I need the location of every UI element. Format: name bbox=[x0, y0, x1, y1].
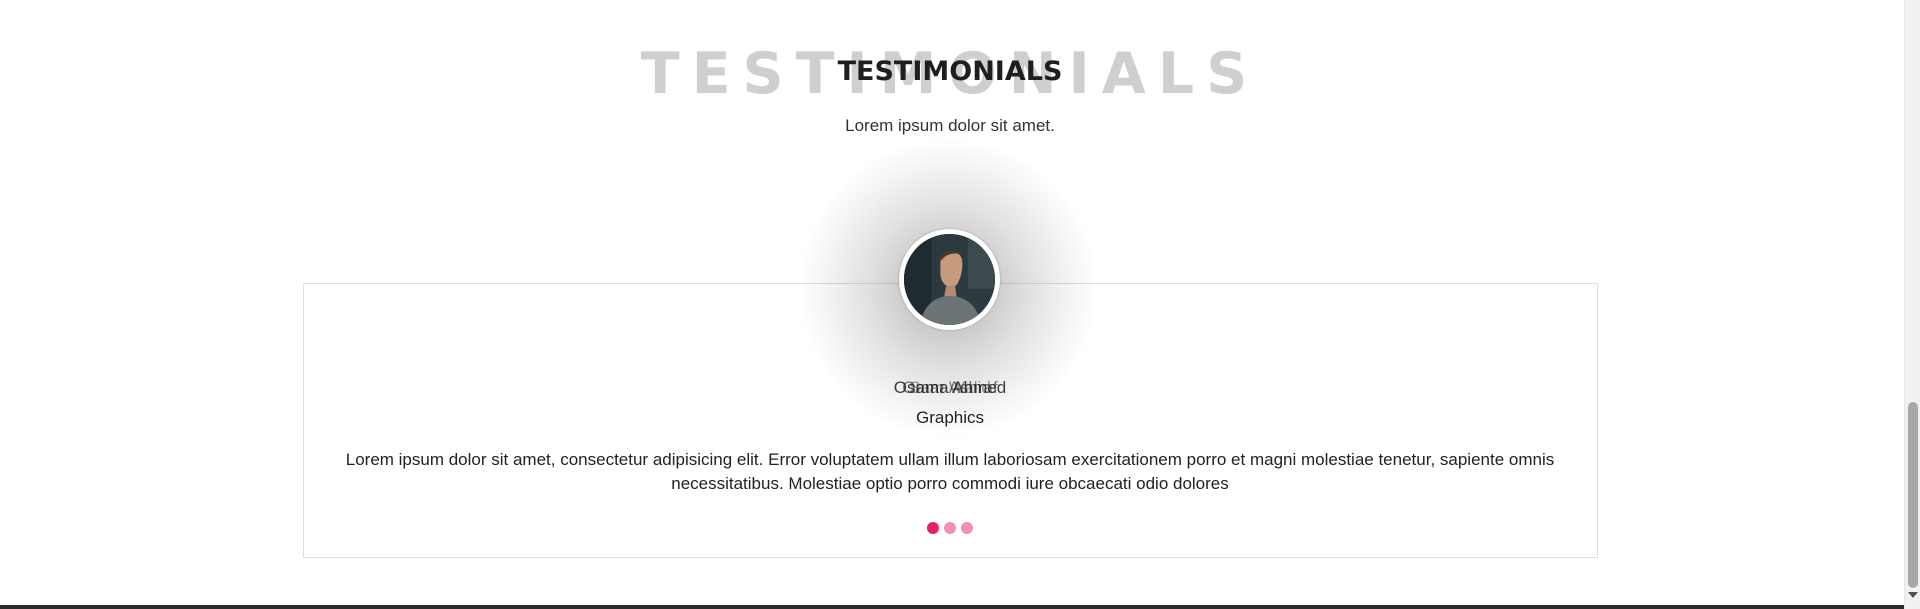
section-subtitle: Lorem ipsum dolor sit amet. bbox=[845, 116, 1055, 135]
avatar bbox=[899, 229, 1000, 330]
carousel-dots bbox=[0, 522, 1900, 534]
testimonial-name: Sam Walid bbox=[909, 378, 991, 397]
testimonial-quote: Lorem ipsum dolor sit amet, consectetur … bbox=[345, 450, 1555, 493]
vertical-scrollbar[interactable] bbox=[1904, 0, 1920, 609]
person-photo-icon bbox=[904, 234, 995, 325]
testimonial-names: Osama Ahmed Omar Ashraf Sam Walid bbox=[0, 378, 1900, 400]
testimonial-role: Graphics bbox=[915, 408, 985, 427]
bottom-edge-bar bbox=[0, 605, 1904, 609]
scroll-down-arrow-icon[interactable] bbox=[1908, 592, 1918, 598]
carousel-dot-2[interactable] bbox=[944, 522, 956, 534]
scrollbar-thumb[interactable] bbox=[1908, 402, 1918, 588]
carousel-dot-1[interactable] bbox=[927, 522, 939, 534]
carousel-dot-3[interactable] bbox=[961, 522, 973, 534]
section-title: TESTIMONIALS bbox=[837, 56, 1063, 87]
page: TESTIMONIALS TESTIMONIALS Lorem ipsum do… bbox=[0, 0, 1904, 605]
